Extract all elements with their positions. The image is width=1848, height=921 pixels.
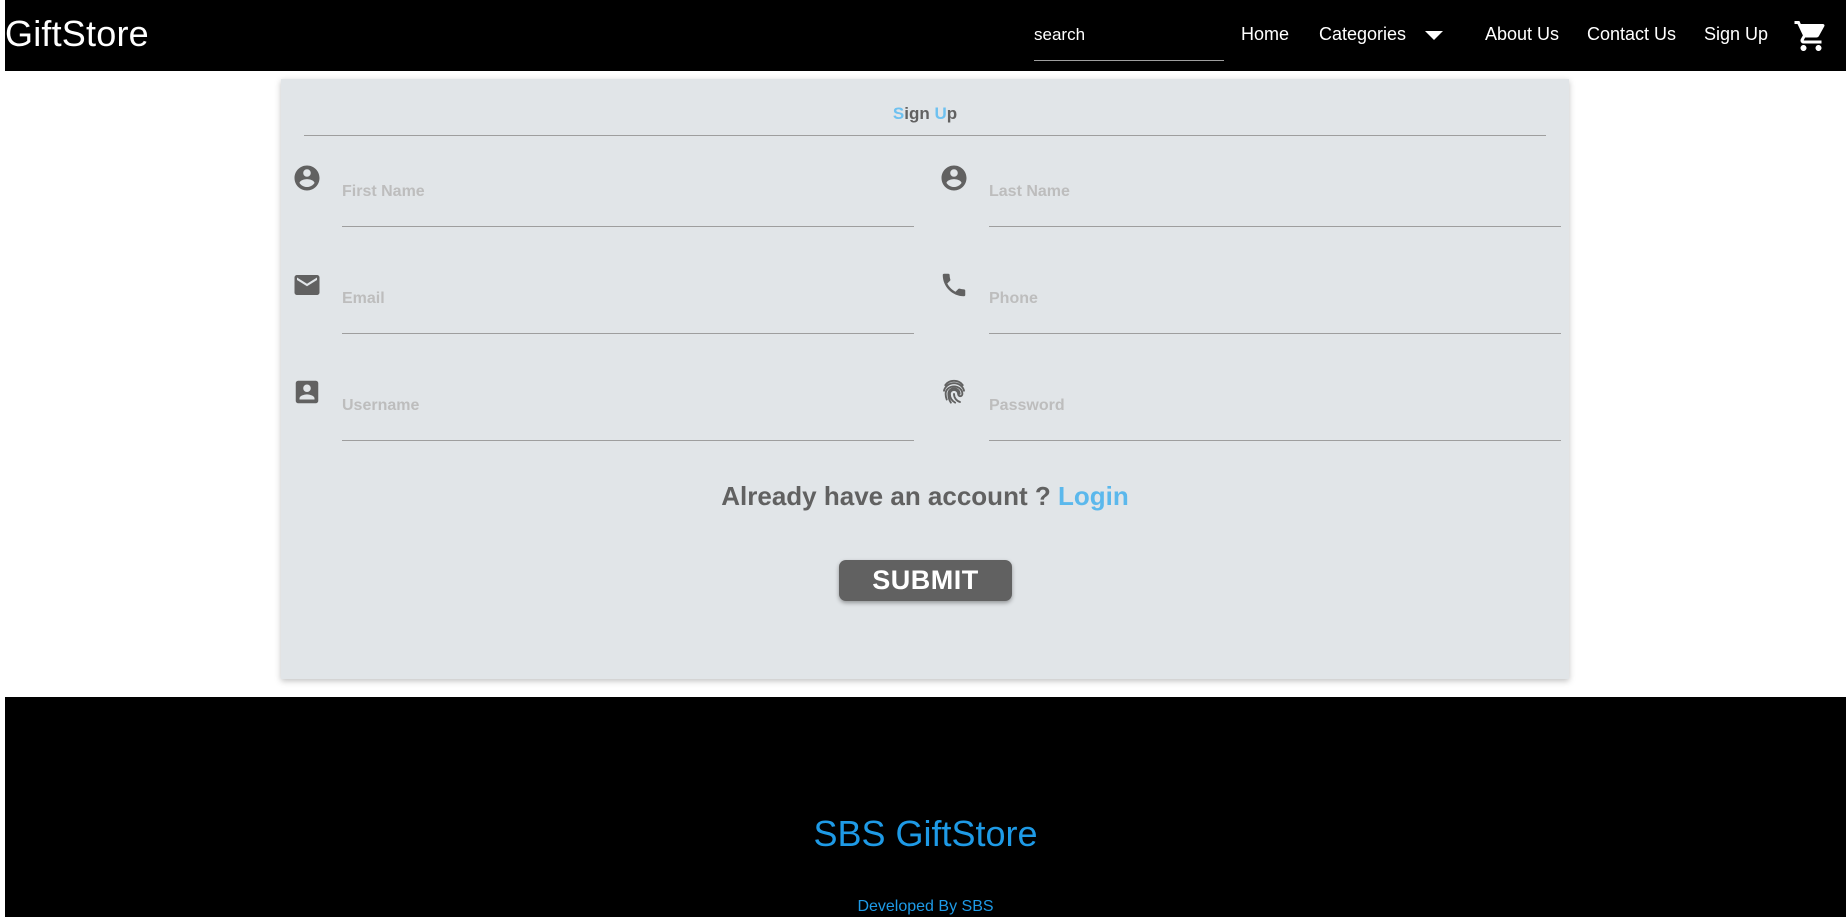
signup-title: Sign Up	[892, 104, 958, 123]
login-link[interactable]: Login	[1058, 481, 1129, 511]
phone-field[interactable]	[939, 270, 1572, 334]
search-field[interactable]	[1034, 18, 1224, 61]
phone-icon	[942, 273, 966, 297]
login-prompt: Already have an account ? Login	[281, 481, 1569, 512]
brand-logo[interactable]: GiftStore	[5, 13, 149, 55]
caret-down-icon[interactable]	[1425, 31, 1443, 40]
last-name-input[interactable]	[989, 177, 1561, 207]
account-box-icon	[295, 380, 319, 404]
first-name-field[interactable]	[292, 163, 925, 227]
username-field[interactable]	[292, 377, 925, 441]
navbar: GiftStore Home Categories About Us Conta…	[5, 0, 1846, 71]
username-input[interactable]	[342, 391, 914, 421]
field-underline	[342, 226, 914, 227]
login-prompt-text: Already have an account ?	[721, 481, 1051, 511]
email-field[interactable]	[292, 270, 925, 334]
page-bottom-edge	[0, 917, 1848, 921]
submit-button[interactable]: SUBMIT	[839, 560, 1012, 601]
nav-link-about[interactable]: About Us	[1485, 24, 1559, 45]
signup-card: Sign Up First Name Last Name Email Phone…	[281, 79, 1569, 679]
shopping-cart-icon[interactable]	[1793, 18, 1829, 54]
search-input[interactable]	[1034, 18, 1224, 52]
nav-link-signup[interactable]: Sign Up	[1704, 24, 1768, 45]
nav-link-contact[interactable]: Contact Us	[1587, 24, 1676, 45]
footer-credit: Developed By SBS	[857, 898, 994, 915]
footer: SBS GiftStore Developed By SBS	[5, 697, 1846, 921]
password-input[interactable]	[989, 391, 1561, 421]
field-underline	[989, 440, 1561, 441]
account-circle-icon	[294, 165, 320, 191]
last-name-field[interactable]	[939, 163, 1572, 227]
field-underline	[342, 333, 914, 334]
footer-title: SBS GiftStore	[813, 813, 1038, 854]
field-underline	[989, 226, 1561, 227]
password-field[interactable]	[939, 377, 1572, 441]
field-underline	[989, 333, 1561, 334]
fingerprint-icon	[943, 379, 965, 404]
first-name-input[interactable]	[342, 177, 914, 207]
email-input[interactable]	[342, 284, 914, 314]
title-divider	[304, 135, 1546, 136]
phone-input[interactable]	[989, 284, 1561, 314]
account-circle-icon	[941, 165, 967, 191]
field-underline	[342, 440, 914, 441]
nav-link-home[interactable]: Home	[1241, 24, 1289, 45]
nav-link-categories[interactable]: Categories	[1319, 24, 1406, 45]
email-icon	[294, 275, 320, 295]
